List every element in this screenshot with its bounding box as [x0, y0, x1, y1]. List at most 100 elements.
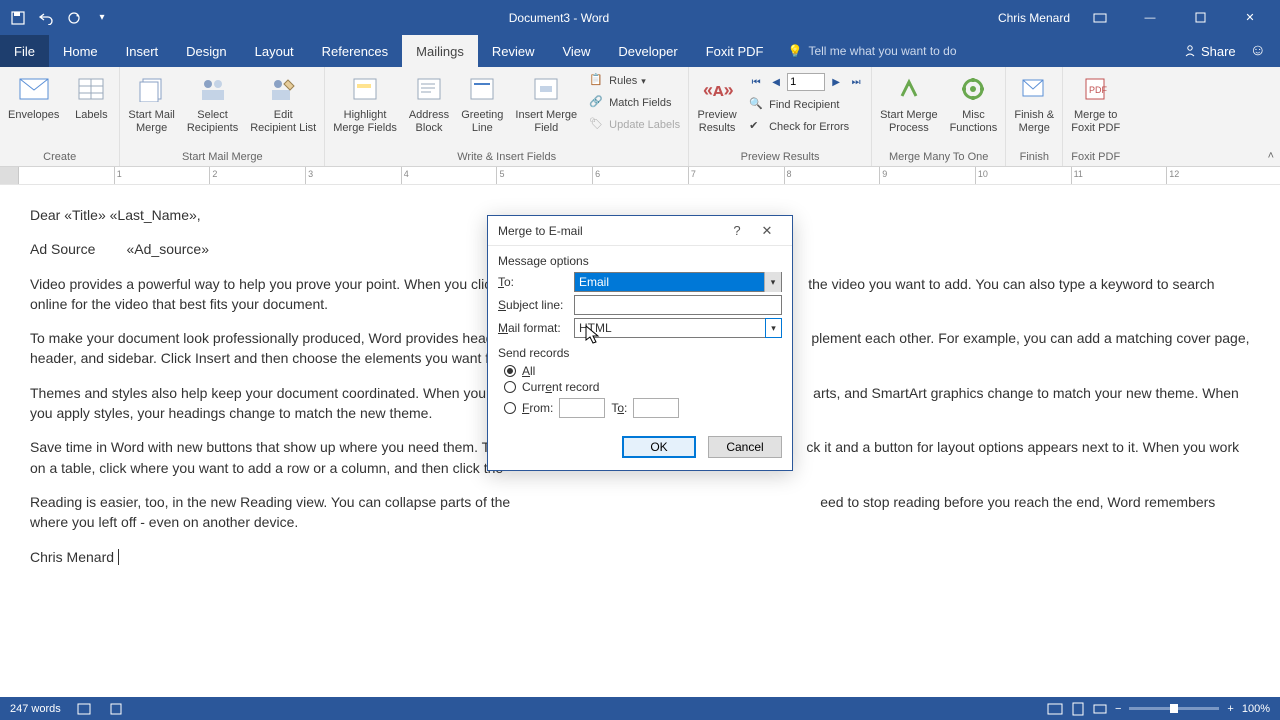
finish-merge-button[interactable]: Finish & Merge	[1010, 69, 1058, 136]
from-input[interactable]	[559, 398, 605, 418]
group-write-insert: Highlight Merge Fields Address Block Gre…	[325, 67, 689, 166]
close-icon[interactable]: ✕	[1230, 3, 1270, 33]
group-foxit: PDF Merge to Foxit PDF Foxit PDF	[1063, 67, 1128, 166]
tab-references[interactable]: References	[308, 35, 402, 67]
group-merge-many: Start Merge Process Misc Functions Merge…	[872, 67, 1006, 166]
title-bar: ▾ Document3 - Word Chris Menard — ✕	[0, 0, 1280, 35]
edit-recipient-list-button[interactable]: Edit Recipient List	[246, 69, 320, 136]
minimize-icon[interactable]: —	[1130, 3, 1170, 33]
to-input[interactable]	[633, 398, 679, 418]
dialog-help-icon[interactable]: ?	[722, 223, 752, 238]
subject-label: Subject line:	[498, 298, 568, 312]
merge-to-email-dialog: Merge to E-mail ? ✕ Message options To: …	[487, 215, 793, 471]
signature-line: Chris Menard	[30, 547, 1250, 567]
preview-results-button[interactable]: «ᴀ» Preview Results	[693, 69, 741, 136]
horizontal-ruler[interactable]: 123456789101112	[0, 167, 1280, 185]
rules-button[interactable]: 📋Rules ▾	[585, 71, 684, 91]
greeting-line-button[interactable]: Greeting Line	[457, 69, 507, 136]
ribbon-display-icon[interactable]	[1080, 3, 1120, 33]
macro-icon[interactable]	[109, 702, 123, 716]
to-label: To:	[498, 275, 568, 289]
cancel-button[interactable]: Cancel	[708, 436, 782, 458]
message-options-label: Message options	[498, 254, 782, 268]
redo-icon[interactable]	[66, 10, 82, 26]
zoom-slider[interactable]	[1129, 707, 1219, 710]
tab-developer[interactable]: Developer	[604, 35, 691, 67]
zoom-out-icon[interactable]: −	[1115, 703, 1121, 715]
group-create: Envelopes Labels Create	[0, 67, 120, 166]
lightbulb-icon: 💡	[787, 44, 802, 58]
tab-insert[interactable]: Insert	[112, 35, 173, 67]
collapse-ribbon-icon[interactable]: ˄	[1268, 150, 1274, 162]
tab-home[interactable]: Home	[49, 35, 112, 67]
send-records-label: Send records	[498, 346, 782, 360]
start-merge-process-button[interactable]: Start Merge Process	[876, 69, 941, 136]
merge-to-foxit-button[interactable]: PDF Merge to Foxit PDF	[1067, 69, 1124, 136]
tab-review[interactable]: Review	[478, 35, 549, 67]
tab-mailings[interactable]: Mailings	[402, 35, 478, 67]
dialog-title: Merge to E-mail	[498, 224, 722, 238]
undo-icon[interactable]	[38, 10, 54, 26]
status-bar: 247 words − + 100%	[0, 697, 1280, 720]
dialog-close-icon[interactable]: ✕	[752, 223, 782, 239]
chevron-down-icon[interactable]: ▾	[764, 272, 781, 292]
tab-file[interactable]: File	[0, 35, 49, 67]
svg-text:«ᴀ»: «ᴀ»	[703, 80, 733, 100]
radio-all[interactable]: All	[504, 364, 782, 378]
ribbon-tabs: File Home Insert Design Layout Reference…	[0, 35, 1280, 67]
last-record-icon[interactable]: ⏭	[847, 73, 865, 91]
envelopes-button[interactable]: Envelopes	[4, 69, 63, 124]
check-errors-button[interactable]: ✔Check for Errors	[745, 117, 867, 137]
from-label: From:	[522, 401, 553, 415]
radio-icon	[504, 365, 516, 377]
highlight-merge-fields-button[interactable]: Highlight Merge Fields	[329, 69, 401, 136]
word-count[interactable]: 247 words	[10, 703, 61, 715]
labels-button[interactable]: Labels	[67, 69, 115, 124]
prev-record-icon[interactable]: ◀	[767, 73, 785, 91]
svg-text:PDF: PDF	[1089, 85, 1108, 95]
record-number-input[interactable]	[787, 73, 825, 91]
radio-icon[interactable]	[504, 402, 516, 414]
save-icon[interactable]	[10, 10, 26, 26]
next-record-icon[interactable]: ▶	[827, 73, 845, 91]
spellcheck-icon[interactable]	[77, 702, 93, 716]
to-dropdown[interactable]: Email ▾	[574, 272, 782, 292]
select-recipients-button[interactable]: Select Recipients	[183, 69, 242, 136]
misc-functions-button[interactable]: Misc Functions	[946, 69, 1002, 136]
chevron-down-icon[interactable]: ▾	[765, 318, 782, 338]
account-name[interactable]: Chris Menard	[998, 11, 1070, 25]
tell-me[interactable]: 💡 Tell me what you want to do	[777, 35, 1182, 67]
ok-button[interactable]: OK	[622, 436, 696, 458]
zoom-in-icon[interactable]: +	[1227, 703, 1233, 715]
find-recipient-button[interactable]: 🔍Find Recipient	[745, 95, 867, 115]
ribbon: Envelopes Labels Create Start Mail Merge…	[0, 67, 1280, 167]
tab-view[interactable]: View	[548, 35, 604, 67]
tab-layout[interactable]: Layout	[241, 35, 308, 67]
emoji-feedback-icon[interactable]: ☺	[1250, 42, 1266, 60]
view-web-icon[interactable]	[1093, 702, 1107, 716]
radio-current[interactable]: Current record	[504, 380, 782, 394]
tab-design[interactable]: Design	[172, 35, 240, 67]
start-mail-merge-button[interactable]: Start Mail Merge	[124, 69, 178, 136]
update-labels-button: 🏷Update Labels	[585, 115, 684, 135]
tab-foxit[interactable]: Foxit PDF	[692, 35, 778, 67]
window-title: Document3 - Word	[120, 11, 998, 25]
maximize-icon[interactable]	[1180, 3, 1220, 33]
view-print-icon[interactable]	[1071, 702, 1085, 716]
mail-format-label: Mail format:	[498, 321, 568, 335]
zoom-level[interactable]: 100%	[1242, 703, 1270, 715]
group-preview-results: «ᴀ» Preview Results ⏮ ◀ ▶ ⏭ 🔍Find Recipi…	[689, 67, 872, 166]
subject-input[interactable]	[574, 295, 782, 315]
first-record-icon[interactable]: ⏮	[747, 73, 765, 91]
insert-merge-field-button[interactable]: Insert Merge Field	[511, 69, 581, 136]
radio-icon	[504, 381, 516, 393]
qat-customize-icon[interactable]: ▾	[94, 10, 110, 26]
body-paragraph: Reading is easier, too, in the new Readi…	[30, 492, 1250, 533]
view-read-icon[interactable]	[1047, 703, 1063, 715]
mail-format-dropdown[interactable]: HTML ▾	[574, 318, 782, 338]
group-finish: Finish & Merge Finish	[1006, 67, 1063, 166]
match-fields-button[interactable]: 🔗Match Fields	[585, 93, 684, 113]
group-start-mail-merge: Start Mail Merge Select Recipients Edit …	[120, 67, 325, 166]
address-block-button[interactable]: Address Block	[405, 69, 453, 136]
share-button[interactable]: Share	[1183, 44, 1236, 59]
